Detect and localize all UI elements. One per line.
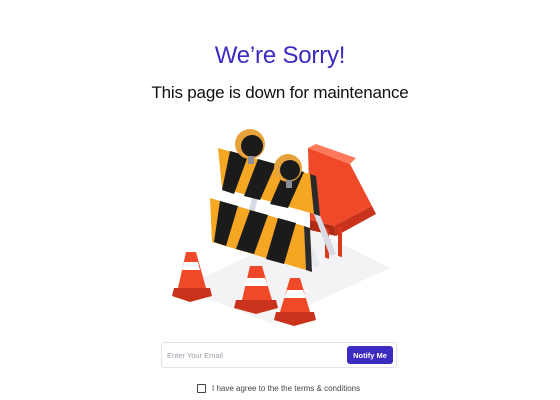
terms-agreement: I have agree to the the terms & conditio… [197,382,360,394]
terms-label: I have agree to the the terms & conditio… [212,383,361,393]
maintenance-page: We’re Sorry! This page is down for maint… [0,0,560,400]
page-subtitle: This page is down for maintenance [151,83,409,102]
email-input[interactable] [166,346,337,364]
subscribe-form: Notify Me [161,342,397,368]
construction-illustration [172,129,390,326]
page-title: We’re Sorry! [214,42,346,69]
terms-checkbox[interactable] [197,383,206,393]
notify-me-button[interactable]: Notify Me [347,346,393,364]
